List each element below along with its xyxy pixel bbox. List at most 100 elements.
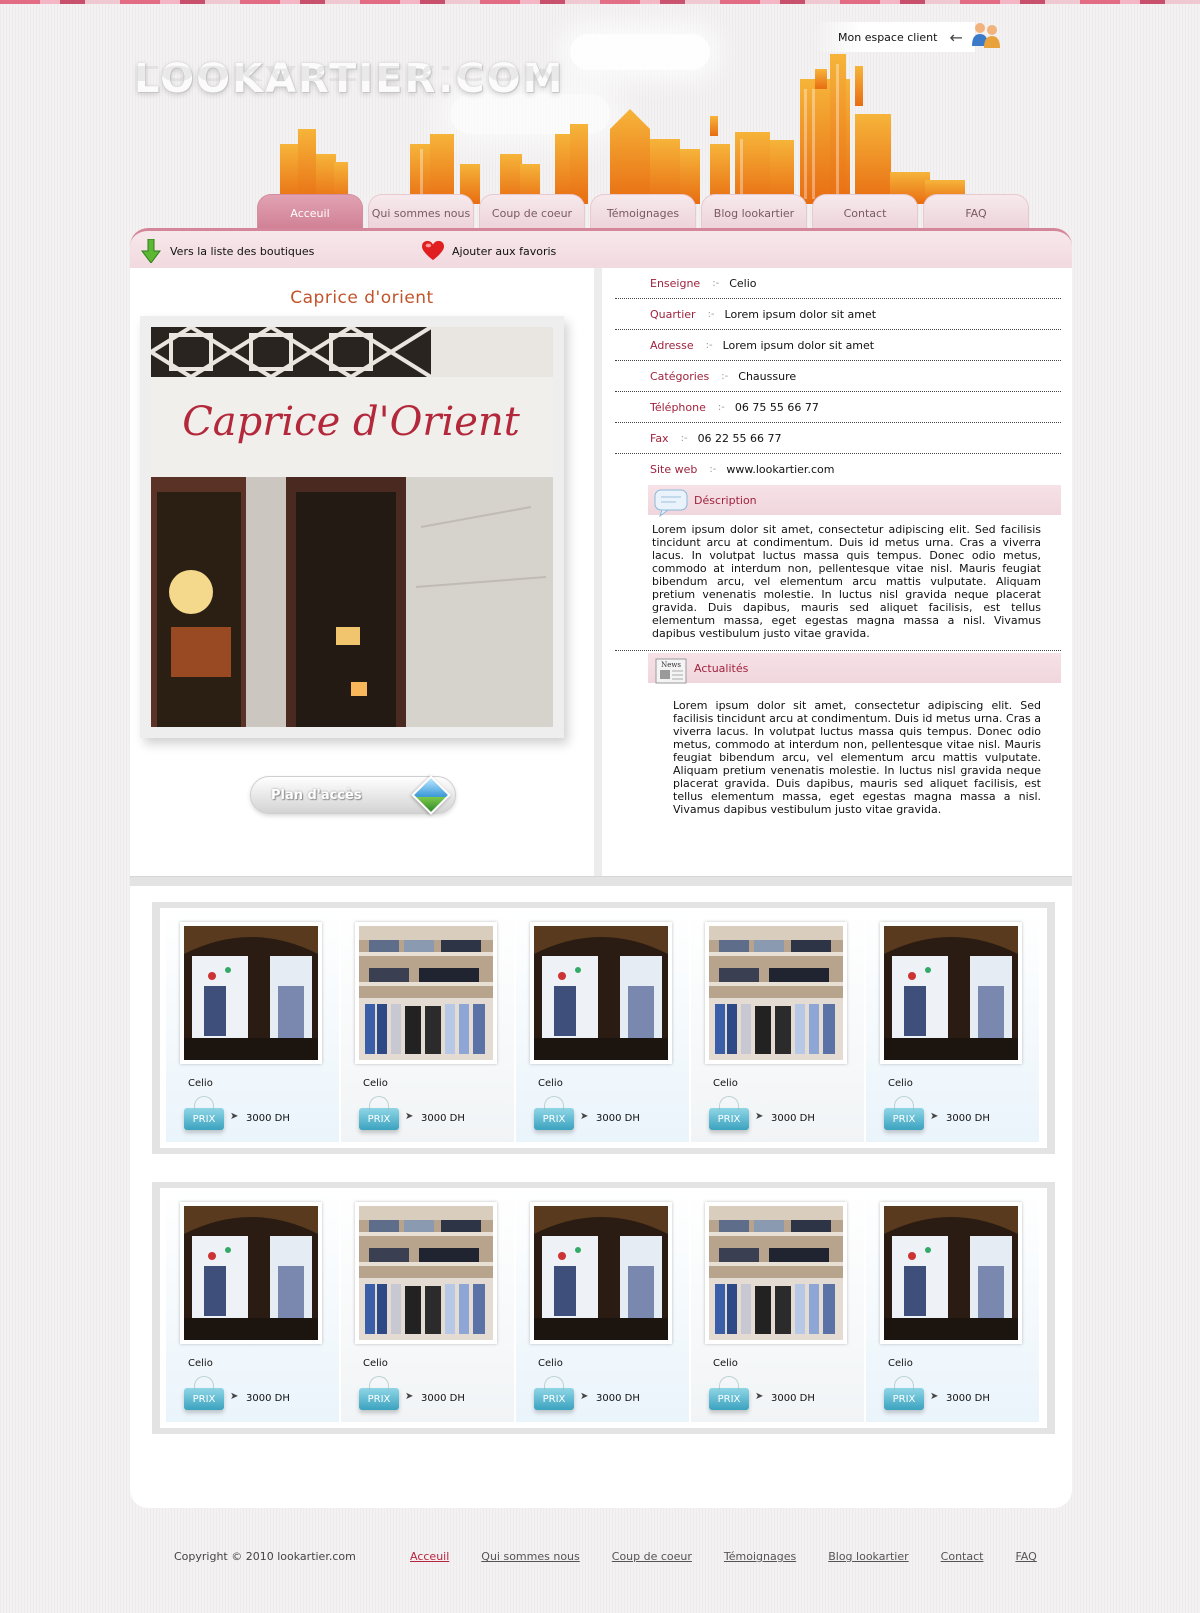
footer: Copyright © 2010 lookartier.com Acceuil … bbox=[0, 1550, 1200, 1580]
product-thumbnail[interactable] bbox=[184, 1206, 318, 1340]
price-tag-icon: PRIX bbox=[359, 1388, 399, 1410]
description-header: Déscription bbox=[648, 485, 1061, 517]
footer-link-temoignages[interactable]: Témoignages bbox=[724, 1550, 796, 1563]
tab-faq[interactable]: FAQ bbox=[923, 194, 1029, 232]
info-value: Lorem ipsum dolor sit amet bbox=[722, 338, 875, 352]
info-fax: Fax:- 06 22 55 66 77 bbox=[615, 423, 1061, 454]
product-price: 3000 DH bbox=[596, 1113, 640, 1124]
account-link[interactable]: Mon espace client ← bbox=[812, 22, 975, 52]
product-name: Celio bbox=[363, 1358, 388, 1369]
info-value: Lorem ipsum dolor sit amet bbox=[724, 307, 877, 321]
shop-photo[interactable]: Caprice d'Orient bbox=[151, 327, 553, 727]
product-card[interactable]: Celio PRIX ➤ 3000 DH bbox=[691, 912, 864, 1142]
product-price: 3000 DH bbox=[771, 1393, 815, 1404]
tab-temoignages[interactable]: Témoignages bbox=[590, 194, 696, 232]
product-thumbnail[interactable] bbox=[359, 1206, 493, 1340]
product-card[interactable]: Celio PRIX ➤ 3000 DH bbox=[866, 1192, 1039, 1422]
product-card[interactable]: Celio PRIX ➤ 3000 DH bbox=[516, 912, 689, 1142]
header: LOOKARTIER.COM LOOKARTIER.COM Mon espace… bbox=[0, 4, 1200, 232]
main-nav: Acceuil Qui sommes nous Coup de coeur Té… bbox=[257, 194, 1029, 232]
product-name: Celio bbox=[188, 1358, 213, 1369]
info-label: Téléphone bbox=[650, 400, 706, 414]
product-thumbnail-frame bbox=[530, 922, 672, 1064]
footer-link-contact[interactable]: Contact bbox=[941, 1550, 984, 1563]
product-name: Celio bbox=[888, 1078, 913, 1089]
price-tag-icon: PRIX bbox=[884, 1388, 924, 1410]
arrow-right-icon: ➤ bbox=[930, 1391, 939, 1402]
product-name: Celio bbox=[888, 1358, 913, 1369]
product-card[interactable]: Celio PRIX ➤ 3000 DH bbox=[166, 1192, 339, 1422]
product-price: 3000 DH bbox=[771, 1113, 815, 1124]
footer-link-coup-de-coeur[interactable]: Coup de coeur bbox=[612, 1550, 692, 1563]
product-thumbnail-frame bbox=[705, 922, 847, 1064]
product-thumbnail[interactable] bbox=[884, 1206, 1018, 1340]
plan-acces-button[interactable]: Plan d'accès bbox=[250, 775, 456, 815]
shop-title: Caprice d'orient bbox=[290, 288, 434, 308]
product-price: 3000 DH bbox=[946, 1113, 990, 1124]
product-price: 3000 DH bbox=[421, 1113, 465, 1124]
footer-link-faq[interactable]: FAQ bbox=[1015, 1550, 1036, 1563]
product-thumbnail[interactable] bbox=[884, 926, 1018, 1060]
product-name: Celio bbox=[538, 1358, 563, 1369]
product-thumbnail-frame bbox=[880, 1202, 1022, 1344]
copyright: Copyright © 2010 lookartier.com bbox=[174, 1550, 356, 1563]
description-title: Déscription bbox=[694, 493, 757, 507]
tab-coup-de-coeur[interactable]: Coup de coeur bbox=[479, 194, 585, 232]
product-thumbnail-frame bbox=[705, 1202, 847, 1344]
add-favorite-link[interactable]: Ajouter aux favoris bbox=[422, 240, 556, 262]
product-name: Celio bbox=[538, 1078, 563, 1089]
product-thumbnail[interactable] bbox=[534, 1206, 668, 1340]
arrow-right-icon: ➤ bbox=[405, 1111, 414, 1122]
product-card[interactable]: Celio PRIX ➤ 3000 DH bbox=[866, 912, 1039, 1142]
product-card[interactable]: Celio PRIX ➤ 3000 DH bbox=[691, 1192, 864, 1422]
tab-contact[interactable]: Contact bbox=[812, 194, 918, 232]
main-content: Vers la liste des boutiques Ajouter aux … bbox=[130, 228, 1072, 1508]
info-value: 06 22 55 66 77 bbox=[697, 431, 782, 445]
heart-icon bbox=[422, 240, 444, 262]
info-label: Quartier bbox=[650, 307, 696, 321]
product-thumbnail[interactable] bbox=[359, 926, 493, 1060]
footer-link-acceuil[interactable]: Acceuil bbox=[410, 1550, 449, 1563]
tab-acceuil[interactable]: Acceuil bbox=[257, 194, 363, 232]
arrow-right-icon: ➤ bbox=[580, 1111, 589, 1122]
info-value-link[interactable]: www.lookartier.com bbox=[726, 463, 834, 476]
price-tag-icon: PRIX bbox=[709, 1388, 749, 1410]
product-thumbnail[interactable] bbox=[709, 926, 843, 1060]
info-label: Site web bbox=[650, 463, 698, 476]
price-tag-icon: PRIX bbox=[184, 1108, 224, 1130]
product-name: Celio bbox=[188, 1078, 213, 1089]
info-categories: Catégories:- Chaussure bbox=[615, 361, 1061, 392]
tab-blog[interactable]: Blog lookartier bbox=[701, 194, 807, 232]
product-thumbnail-frame bbox=[355, 922, 497, 1064]
product-gallery-row-1: Celio PRIX ➤ 3000 DH Celio PRIX ➤ 3000 DH Celio P… bbox=[152, 902, 1055, 1154]
product-card[interactable]: Celio PRIX ➤ 3000 DH bbox=[516, 1192, 689, 1422]
product-card[interactable]: Celio PRIX ➤ 3000 DH bbox=[166, 912, 339, 1142]
product-thumbnail-frame bbox=[355, 1202, 497, 1344]
product-price: 3000 DH bbox=[946, 1393, 990, 1404]
product-thumbnail[interactable] bbox=[184, 926, 318, 1060]
product-thumbnail[interactable] bbox=[534, 926, 668, 1060]
back-to-shops-link[interactable]: Vers la liste des boutiques bbox=[140, 239, 314, 263]
product-card[interactable]: Celio PRIX ➤ 3000 DH bbox=[341, 912, 514, 1142]
shop-info-column: Enseigne:- Celio Quartier:- Lorem ipsum … bbox=[615, 268, 1061, 876]
footer-link-blog[interactable]: Blog lookartier bbox=[828, 1550, 908, 1563]
price-tag-icon: PRIX bbox=[709, 1108, 749, 1130]
info-value: 06 75 55 66 77 bbox=[734, 400, 819, 414]
section-divider bbox=[130, 876, 1072, 886]
arrow-right-icon: ➤ bbox=[755, 1391, 764, 1402]
footer-link-qui-sommes-nous[interactable]: Qui sommes nous bbox=[481, 1550, 579, 1563]
tab-qui-sommes-nous[interactable]: Qui sommes nous bbox=[368, 194, 474, 232]
users-icon[interactable] bbox=[970, 20, 1002, 50]
product-price: 3000 DH bbox=[421, 1393, 465, 1404]
product-thumbnail[interactable] bbox=[709, 1206, 843, 1340]
info-adresse: Adresse:- Lorem ipsum dolor sit amet bbox=[615, 330, 1061, 361]
plan-acces-label: Plan d'accès bbox=[271, 787, 362, 803]
product-card[interactable]: Celio PRIX ➤ 3000 DH bbox=[341, 1192, 514, 1422]
action-bar: Vers la liste des boutiques Ajouter aux … bbox=[130, 228, 1072, 268]
account-label: Mon espace client bbox=[838, 30, 938, 44]
news-badge-text: News bbox=[661, 661, 681, 669]
product-thumbnail-frame bbox=[880, 922, 1022, 1064]
product-name: Celio bbox=[713, 1358, 738, 1369]
arrow-right-icon: ➤ bbox=[230, 1111, 239, 1122]
footer-nav: Acceuil Qui sommes nous Coup de coeur Té… bbox=[410, 1550, 1069, 1563]
